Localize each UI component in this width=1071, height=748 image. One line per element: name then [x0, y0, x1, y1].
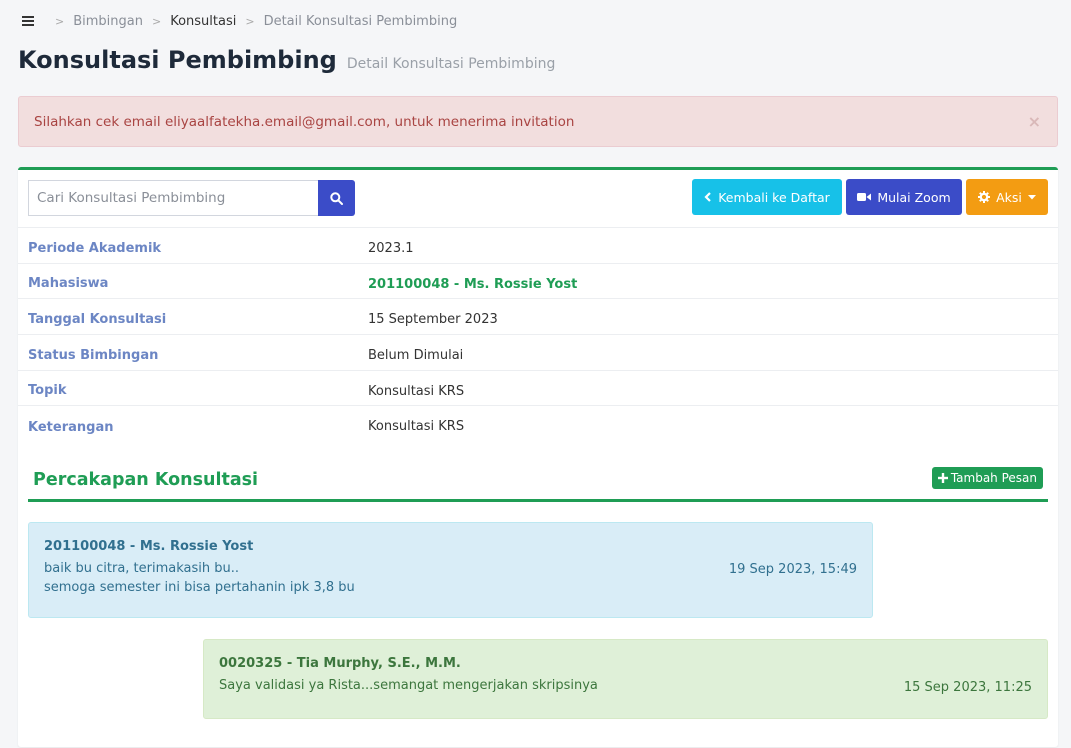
message-timestamp: 15 Sep 2023, 11:25 — [903, 680, 1032, 695]
status-value: Belum Dimulai — [368, 348, 464, 364]
back-to-list-label: Kembali ke Daftar — [718, 189, 830, 205]
conversation-title: Percakapan Konsultasi — [33, 470, 259, 490]
period-value: 2023.1 — [368, 241, 414, 256]
add-message-button[interactable]: Tambah Pesan — [931, 467, 1043, 489]
student-value: 201100048 - Ms. Rossie Yost — [368, 276, 578, 292]
date-value: 15 September 2023 — [368, 312, 498, 328]
note-value: Konsultasi KRS — [368, 419, 465, 435]
student-label: Mahasiswa — [28, 276, 109, 292]
breadcrumb-separator-icon: > — [151, 14, 162, 28]
chevron-left-icon — [704, 192, 711, 202]
email-invitation-alert: Silahkan cek email eliyaalfatekha.email@… — [18, 96, 1058, 147]
start-zoom-button[interactable]: Mulai Zoom — [846, 179, 962, 215]
topic-label: Topik — [28, 383, 67, 399]
breadcrumb: > Bimbingan > Konsultasi > Detail Konsul… — [22, 12, 457, 30]
conversation-header: Percakapan Konsultasi Tambah Pesan — [28, 464, 1048, 502]
caret-down-icon — [1027, 194, 1036, 199]
page-header: Konsultasi Pembimbing Detail Konsultasi … — [18, 46, 555, 74]
action-label: Aksi — [996, 189, 1022, 205]
detail-table: Periode Akademik 2023.1 Mahasiswa 201100… — [18, 228, 1058, 442]
page-subtitle: Detail Konsultasi Pembimbing — [346, 56, 556, 72]
breadcrumb-item-konsultasi[interactable]: Konsultasi — [170, 14, 236, 29]
start-zoom-label: Mulai Zoom — [877, 189, 951, 205]
gear-icon — [978, 191, 991, 203]
message-timestamp: 19 Sep 2023, 15:49 — [728, 562, 857, 577]
search-button[interactable] — [318, 180, 355, 216]
page-title: Konsultasi Pembimbing — [18, 46, 337, 74]
breadcrumb-item-detail: Detail Konsultasi Pembimbing — [263, 13, 458, 29]
video-camera-icon — [857, 193, 872, 201]
breadcrumb-item-bimbingan[interactable]: Bimbingan — [73, 14, 143, 29]
search-group — [28, 180, 355, 216]
period-label: Periode Akademik — [28, 240, 162, 256]
message-sender: 201100048 - Ms. Rossie Yost — [44, 539, 254, 554]
consultation-detail-card: Kembali ke Daftar Mulai Zoom Aksi Period… — [18, 167, 1058, 747]
search-input[interactable] — [28, 180, 318, 216]
detail-row-period: Periode Akademik 2023.1 — [18, 228, 1058, 264]
status-label: Status Bimbingan — [28, 347, 159, 363]
detail-row-status: Status Bimbingan Belum Dimulai — [18, 335, 1058, 371]
detail-row-note: Keterangan Konsultasi KRS — [18, 406, 1058, 442]
hamburger-menu-icon[interactable] — [22, 16, 34, 26]
detail-row-student: Mahasiswa 201100048 - Ms. Rossie Yost — [18, 264, 1058, 300]
add-message-label: Tambah Pesan — [950, 471, 1037, 485]
message-sender: 0020325 - Tia Murphy, S.E., M.M. — [219, 656, 461, 671]
detail-row-topic: Topik Konsultasi KRS — [18, 371, 1058, 407]
breadcrumb-separator-icon: > — [245, 14, 255, 28]
action-dropdown-button[interactable]: Aksi — [966, 179, 1048, 215]
back-to-list-button[interactable]: Kembali ke Daftar — [692, 179, 842, 215]
note-label: Keterangan — [28, 420, 114, 436]
alert-message: Silahkan cek email eliyaalfatekha.email@… — [34, 113, 575, 130]
breadcrumb-separator-icon: > — [55, 14, 65, 28]
message-line: semoga semester ini bisa pertahanin ipk … — [44, 580, 355, 595]
message-item: 201100048 - Ms. Rossie Yost baik bu citr… — [28, 522, 873, 618]
message-item: 0020325 - Tia Murphy, S.E., M.M. Saya va… — [203, 639, 1048, 719]
detail-row-date: Tanggal Konsultasi 15 September 2023 — [18, 299, 1058, 336]
search-icon — [330, 191, 343, 205]
topic-value: Konsultasi KRS — [368, 383, 465, 399]
plus-icon — [937, 473, 948, 483]
close-icon[interactable]: × — [1028, 112, 1041, 131]
date-label: Tanggal Konsultasi — [28, 312, 167, 328]
